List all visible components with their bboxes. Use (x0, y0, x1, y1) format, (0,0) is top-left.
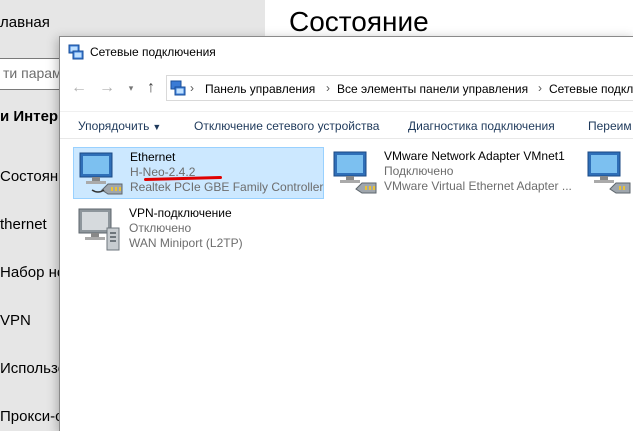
address-field[interactable]: › Панель управления › Все элементы панел… (166, 75, 633, 101)
sidebar-item-vpn[interactable]: VPN (0, 312, 31, 329)
connection-status: Подключено (384, 164, 454, 178)
connection-device: WAN Miniport (L2TP) (129, 236, 243, 250)
up-button[interactable]: ↑ (142, 78, 160, 98)
connection-status: Отключено (129, 221, 192, 235)
diagnose-button[interactable]: Диагностика подключения (408, 119, 555, 133)
sidebar-item-dialup[interactable]: Набор но (0, 264, 65, 281)
connection-ethernet[interactable]: Ethernet H-Neo-2.4.2 Realtek PCIe GBE Fa… (73, 147, 324, 199)
breadcrumb-separator-icon: › (190, 81, 194, 95)
rename-button[interactable]: Переим (588, 119, 632, 133)
vpn-adapter-icon (78, 208, 120, 251)
connection-device: Realtek PCIe GBE Family Controller (130, 180, 324, 194)
back-button[interactable]: ← (70, 78, 88, 98)
breadcrumb-separator-icon: › (326, 81, 330, 95)
organize-button[interactable]: Упорядочить ▼ (78, 119, 161, 133)
sidebar-section-network: и Интерн (0, 108, 68, 125)
window-title: Сетевые подключения (90, 45, 216, 59)
settings-page-title: Состояние (289, 6, 429, 37)
breadcrumb-all-items[interactable]: Все элементы панели управления (337, 82, 528, 96)
sidebar-item-data-usage[interactable]: Использо (0, 360, 66, 377)
breadcrumb-network-connections[interactable]: Сетевые подкл (549, 82, 633, 96)
connection-name: VMware Network Adapter VMnet1 (384, 149, 565, 163)
network-connections-icon (68, 44, 84, 60)
control-panel-icon (170, 80, 186, 96)
connection-device: VMware Virtual Ethernet Adapter ... (384, 179, 572, 193)
connection-name: VPN-подключение (129, 206, 232, 220)
forward-button[interactable]: → (98, 78, 116, 98)
connection-vmware-vmnet1[interactable]: VMware Network Adapter VMnet1 Подключено… (328, 147, 580, 199)
network-adapter-icon (587, 151, 631, 194)
recent-dropdown-icon[interactable]: ▾ (122, 78, 140, 98)
disable-device-button[interactable]: Отключение сетевого устройства (194, 119, 379, 133)
title-bar[interactable]: Сетевые подключения (60, 37, 633, 67)
network-adapter-icon (79, 152, 123, 195)
sidebar-item-home[interactable]: лавная (0, 14, 50, 31)
network-connections-window: Сетевые подключения ← → ▾ ↑ › Панель упр… (59, 36, 633, 431)
sidebar-item-ethernet[interactable]: thernet (0, 216, 47, 233)
organize-label: Упорядочить (78, 119, 150, 133)
chevron-down-icon: ▼ (152, 122, 162, 132)
connection-partial[interactable] (582, 147, 633, 199)
command-bar: Упорядочить ▼ Отключение сетевого устройс… (60, 111, 633, 139)
address-bar: ← → ▾ ↑ › Панель управления › Все элемен… (60, 73, 633, 103)
settings-search-input[interactable]: ти парам (0, 58, 62, 90)
connection-name: Ethernet (130, 150, 176, 164)
breadcrumb-separator-icon: › (538, 81, 542, 95)
network-adapter-icon (333, 151, 377, 194)
breadcrumb-control-panel[interactable]: Панель управления (205, 82, 315, 96)
connections-list: Ethernet H-Neo-2.4.2 Realtek PCIe GBE Fa… (60, 140, 633, 431)
connection-vpn[interactable]: VPN-подключение Отключено WAN Miniport (… (73, 204, 324, 256)
